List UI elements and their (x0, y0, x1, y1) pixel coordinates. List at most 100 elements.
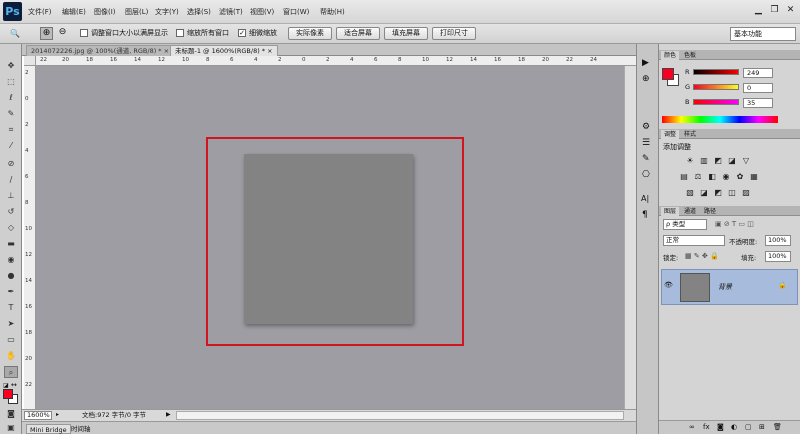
scrubby-zoom-checkbox[interactable]: ✓ (238, 29, 246, 37)
zoom-level-field[interactable]: 1600% (24, 411, 52, 420)
close-icon[interactable]: ✕ (784, 4, 797, 17)
quick-mask-icon[interactable]: ◙ (4, 408, 18, 420)
tab-mini-bridge[interactable]: Mini Bridge (26, 424, 71, 434)
pen-tool-icon[interactable]: ✒ (4, 286, 18, 298)
tab-color[interactable]: 颜色 (661, 51, 680, 60)
layer-visibility-eye-icon[interactable]: 👁 (664, 281, 673, 289)
zoom-all-windows-checkbox[interactable] (176, 29, 184, 37)
lasso-tool-icon[interactable]: ℓ (4, 92, 18, 104)
menu-image[interactable]: 图像(I) (94, 6, 116, 18)
channel-mixer-adjustment-icon[interactable]: ✿ (735, 172, 745, 182)
vertical-scrollbar[interactable] (624, 66, 636, 409)
vibrance-adjustment-icon[interactable]: ▽ (741, 156, 751, 166)
fill-input[interactable]: 100% (765, 251, 791, 262)
menu-layer[interactable]: 图层(L) (125, 6, 148, 18)
brush-tool-icon[interactable]: ∕ (4, 174, 18, 186)
red-channel-slider[interactable] (693, 69, 739, 75)
clone-source-panel-icon[interactable]: ⎔ (642, 170, 650, 180)
path-selection-tool-icon[interactable]: ➤ (4, 318, 18, 330)
selective-color-adjustment-icon[interactable]: ◫ (727, 188, 737, 198)
horizontal-ruler[interactable]: 22 20 18 16 14 12 10 8 6 4 2 0 2 4 6 8 1… (36, 56, 636, 66)
invert-adjustment-icon[interactable]: ▧ (685, 188, 695, 198)
paragraph-panel-icon[interactable]: ¶ (642, 210, 648, 220)
status-menu-icon[interactable]: ▸ (56, 411, 64, 420)
info-panel-icon[interactable]: ☰ (642, 138, 650, 148)
tab-adjustments[interactable]: 调整 (661, 130, 680, 139)
menu-view[interactable]: 视图(V) (250, 6, 274, 18)
zoom-tool-icon[interactable]: ⌕ (4, 366, 18, 378)
menu-select[interactable]: 选择(S) (187, 6, 211, 18)
tab-channels[interactable]: 通道 (681, 207, 699, 216)
dodge-tool-icon[interactable]: ● (4, 270, 18, 282)
resize-windows-checkbox[interactable] (80, 29, 88, 37)
ruler-origin[interactable] (24, 56, 36, 66)
menu-file[interactable]: 文件(F) (28, 6, 52, 18)
exposure-adjustment-icon[interactable]: ◪ (727, 156, 737, 166)
hand-tool-icon[interactable]: ✋ (4, 350, 18, 362)
zoom-out-icon[interactable]: ⊖ (56, 27, 69, 40)
properties-panel-icon[interactable]: ⚙ (642, 122, 650, 132)
actual-pixels-button[interactable]: 实际像素 (288, 27, 332, 40)
healing-brush-tool-icon[interactable]: ⊘ (4, 158, 18, 170)
tab-document-2[interactable]: 未标题-1 @ 1600%(RGB/8) * × (170, 45, 278, 56)
layer-filter-icons[interactable]: ▣ ⊘ T ▭ ◫ (715, 220, 754, 228)
threshold-adjustment-icon[interactable]: ◩ (713, 188, 723, 198)
color-foreground-swatch[interactable] (662, 68, 674, 80)
eyedropper-tool-icon[interactable]: ⁄ (4, 140, 18, 152)
crop-tool-icon[interactable]: ⌗ (4, 124, 18, 136)
vertical-ruler[interactable]: 2 0 2 4 6 8 10 12 14 16 18 20 22 (24, 66, 36, 409)
screen-mode-icon[interactable]: ▣ (4, 422, 18, 434)
new-layer-icon[interactable]: ⊞ (759, 423, 765, 431)
color-lookup-adjustment-icon[interactable]: ▦ (749, 172, 759, 182)
zoom-tool-preset-icon[interactable]: 🔍 (6, 27, 24, 40)
tab-close-icon[interactable]: × (267, 47, 272, 55)
restore-icon[interactable]: ❐ (768, 4, 781, 17)
layer-filter-select[interactable]: ρ 类型 (663, 219, 707, 230)
zoom-in-icon[interactable]: ⊕ (40, 27, 53, 40)
tab-styles[interactable]: 样式 (681, 130, 699, 139)
adjustment-layer-icon[interactable]: ◐ (731, 423, 737, 431)
print-size-button[interactable]: 打印尺寸 (432, 27, 476, 40)
menu-edit[interactable]: 编辑(E) (62, 6, 86, 18)
history-panel-icon[interactable]: ▶ (642, 58, 649, 68)
actions-panel-icon[interactable]: ⊕ (642, 74, 650, 84)
character-panel-icon[interactable]: A| (641, 194, 649, 203)
levels-adjustment-icon[interactable]: ▥ (699, 156, 709, 166)
posterize-adjustment-icon[interactable]: ◪ (699, 188, 709, 198)
green-channel-input[interactable]: 0 (743, 83, 773, 93)
blue-channel-slider[interactable] (693, 99, 739, 105)
tab-swatches[interactable]: 色板 (681, 51, 699, 60)
menu-filter[interactable]: 滤镜(T) (219, 6, 243, 18)
brightness-adjustment-icon[interactable]: ☀ (685, 156, 695, 166)
status-arrow-icon[interactable]: ▶ (166, 411, 171, 418)
red-channel-input[interactable]: 249 (743, 68, 773, 78)
default-colors-icon[interactable]: ◪ (3, 382, 10, 389)
layer-row-background[interactable]: 👁 背景 🔒 (661, 269, 798, 305)
tab-paths[interactable]: 路径 (701, 207, 719, 216)
menu-type[interactable]: 文字(Y) (155, 6, 179, 18)
photo-filter-adjustment-icon[interactable]: ◉ (721, 172, 731, 182)
foreground-color-swatch[interactable] (3, 389, 13, 399)
link-layers-icon[interactable]: ∞ (689, 423, 695, 431)
hue-saturation-adjustment-icon[interactable]: ▤ (679, 172, 689, 182)
brush-panel-icon[interactable]: ✎ (642, 154, 650, 164)
eraser-tool-icon[interactable]: ◇ (4, 222, 18, 234)
layer-style-icon[interactable]: fx (703, 423, 710, 431)
move-tool-icon[interactable]: ✥ (4, 60, 18, 72)
menu-window[interactable]: 窗口(W) (283, 6, 309, 18)
history-brush-tool-icon[interactable]: ↺ (4, 206, 18, 218)
opacity-input[interactable]: 100% (765, 235, 791, 246)
gradient-tool-icon[interactable]: ▬ (4, 238, 18, 250)
fit-screen-button[interactable]: 适合屏幕 (336, 27, 380, 40)
blur-tool-icon[interactable]: ◉ (4, 254, 18, 266)
swap-colors-icon[interactable]: ↔ (11, 381, 17, 389)
tab-document-1[interactable]: 2014072226.jpg @ 100%(通道, RGB/8) * × (26, 45, 175, 56)
minimize-icon[interactable]: ▁ (752, 4, 765, 17)
color-balance-adjustment-icon[interactable]: ⚖ (693, 172, 703, 182)
black-white-adjustment-icon[interactable]: ◧ (707, 172, 717, 182)
tab-timeline[interactable]: 时间轴 (68, 424, 94, 434)
blue-channel-input[interactable]: 35 (743, 98, 773, 108)
clone-stamp-tool-icon[interactable]: ⊥ (4, 190, 18, 202)
marquee-tool-icon[interactable]: ⬚ (4, 76, 18, 88)
fill-screen-button[interactable]: 填充屏幕 (384, 27, 428, 40)
